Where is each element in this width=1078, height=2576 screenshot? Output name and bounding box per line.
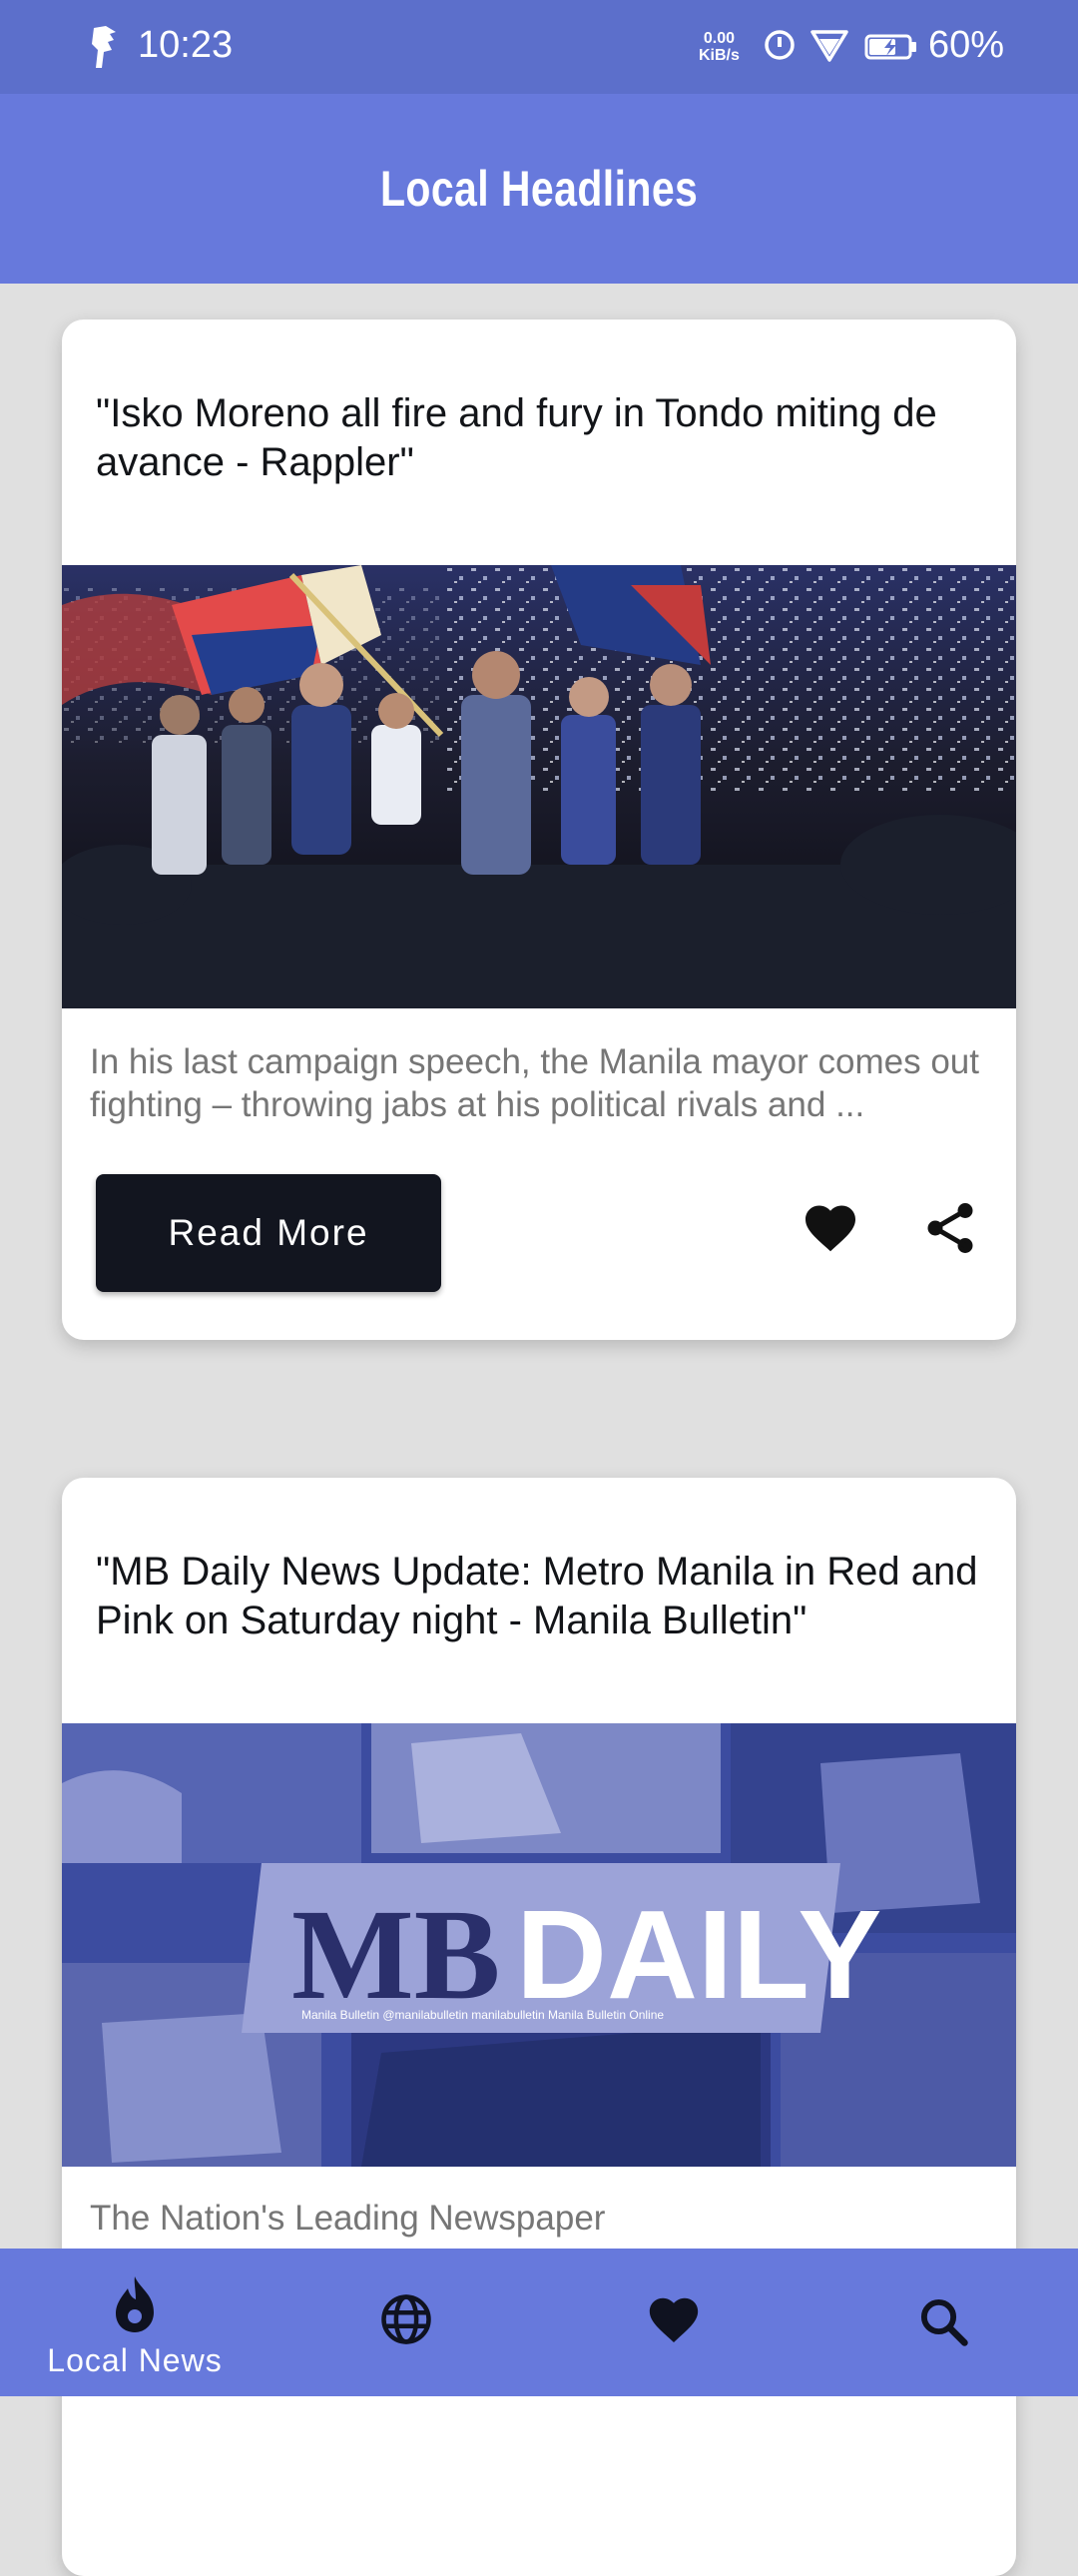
page-title: Local Headlines xyxy=(379,161,699,217)
share-button[interactable] xyxy=(920,1198,980,1258)
article-description: The Nation's Leading Newspaper xyxy=(90,2199,606,2238)
heart-icon xyxy=(649,2297,699,2342)
nav-label: Local News xyxy=(47,2342,223,2378)
battery-percent: 60% xyxy=(928,24,1005,66)
nav-local-news[interactable]: Local News xyxy=(0,2249,270,2396)
daily-logo-text: DAILY xyxy=(516,1884,881,2025)
app-bar: Local Headlines xyxy=(0,94,1078,284)
nav-search[interactable] xyxy=(808,2249,1078,2396)
app-logo-icon xyxy=(92,26,116,68)
favorite-button[interactable] xyxy=(801,1198,860,1258)
mb-logo-text: MB xyxy=(291,1883,500,2027)
nav-world[interactable] xyxy=(270,2249,539,2396)
bottom-nav: Local News xyxy=(0,2249,1078,2396)
article-description: In his last campaign speech, the Manila … xyxy=(90,1042,979,1124)
globe-icon xyxy=(381,2294,431,2344)
article-image[interactable] xyxy=(62,565,1016,1008)
status-bar: 10:23 0.00 KiB/s 60% xyxy=(0,0,1078,94)
article-image[interactable]: MB DAILY Manila Bulletin @manilabulletin… xyxy=(62,1723,1016,2167)
wifi-icon xyxy=(810,30,848,62)
status-time: 10:23 xyxy=(138,24,234,66)
battery-charging-icon xyxy=(864,34,916,60)
flame-icon xyxy=(116,2276,154,2332)
search-icon xyxy=(920,2298,968,2346)
article-title[interactable]: "Isko Moreno all fire and fury in Tondo … xyxy=(96,389,984,487)
article-card[interactable]: "Isko Moreno all fire and fury in Tondo … xyxy=(62,320,1016,1340)
data-saver-icon xyxy=(765,30,795,60)
article-title[interactable]: "MB Daily News Update: Metro Manila in R… xyxy=(96,1548,984,1645)
network-speed: 0.00 KiB/s xyxy=(699,30,740,64)
socials-text: Manila Bulletin @manilabulletin manilabu… xyxy=(301,2008,664,2022)
nav-favorites[interactable] xyxy=(539,2249,808,2396)
read-more-button[interactable]: Read More xyxy=(96,1174,441,1292)
article-card[interactable]: "MB Daily News Update: Metro Manila in R… xyxy=(62,1478,1016,2576)
